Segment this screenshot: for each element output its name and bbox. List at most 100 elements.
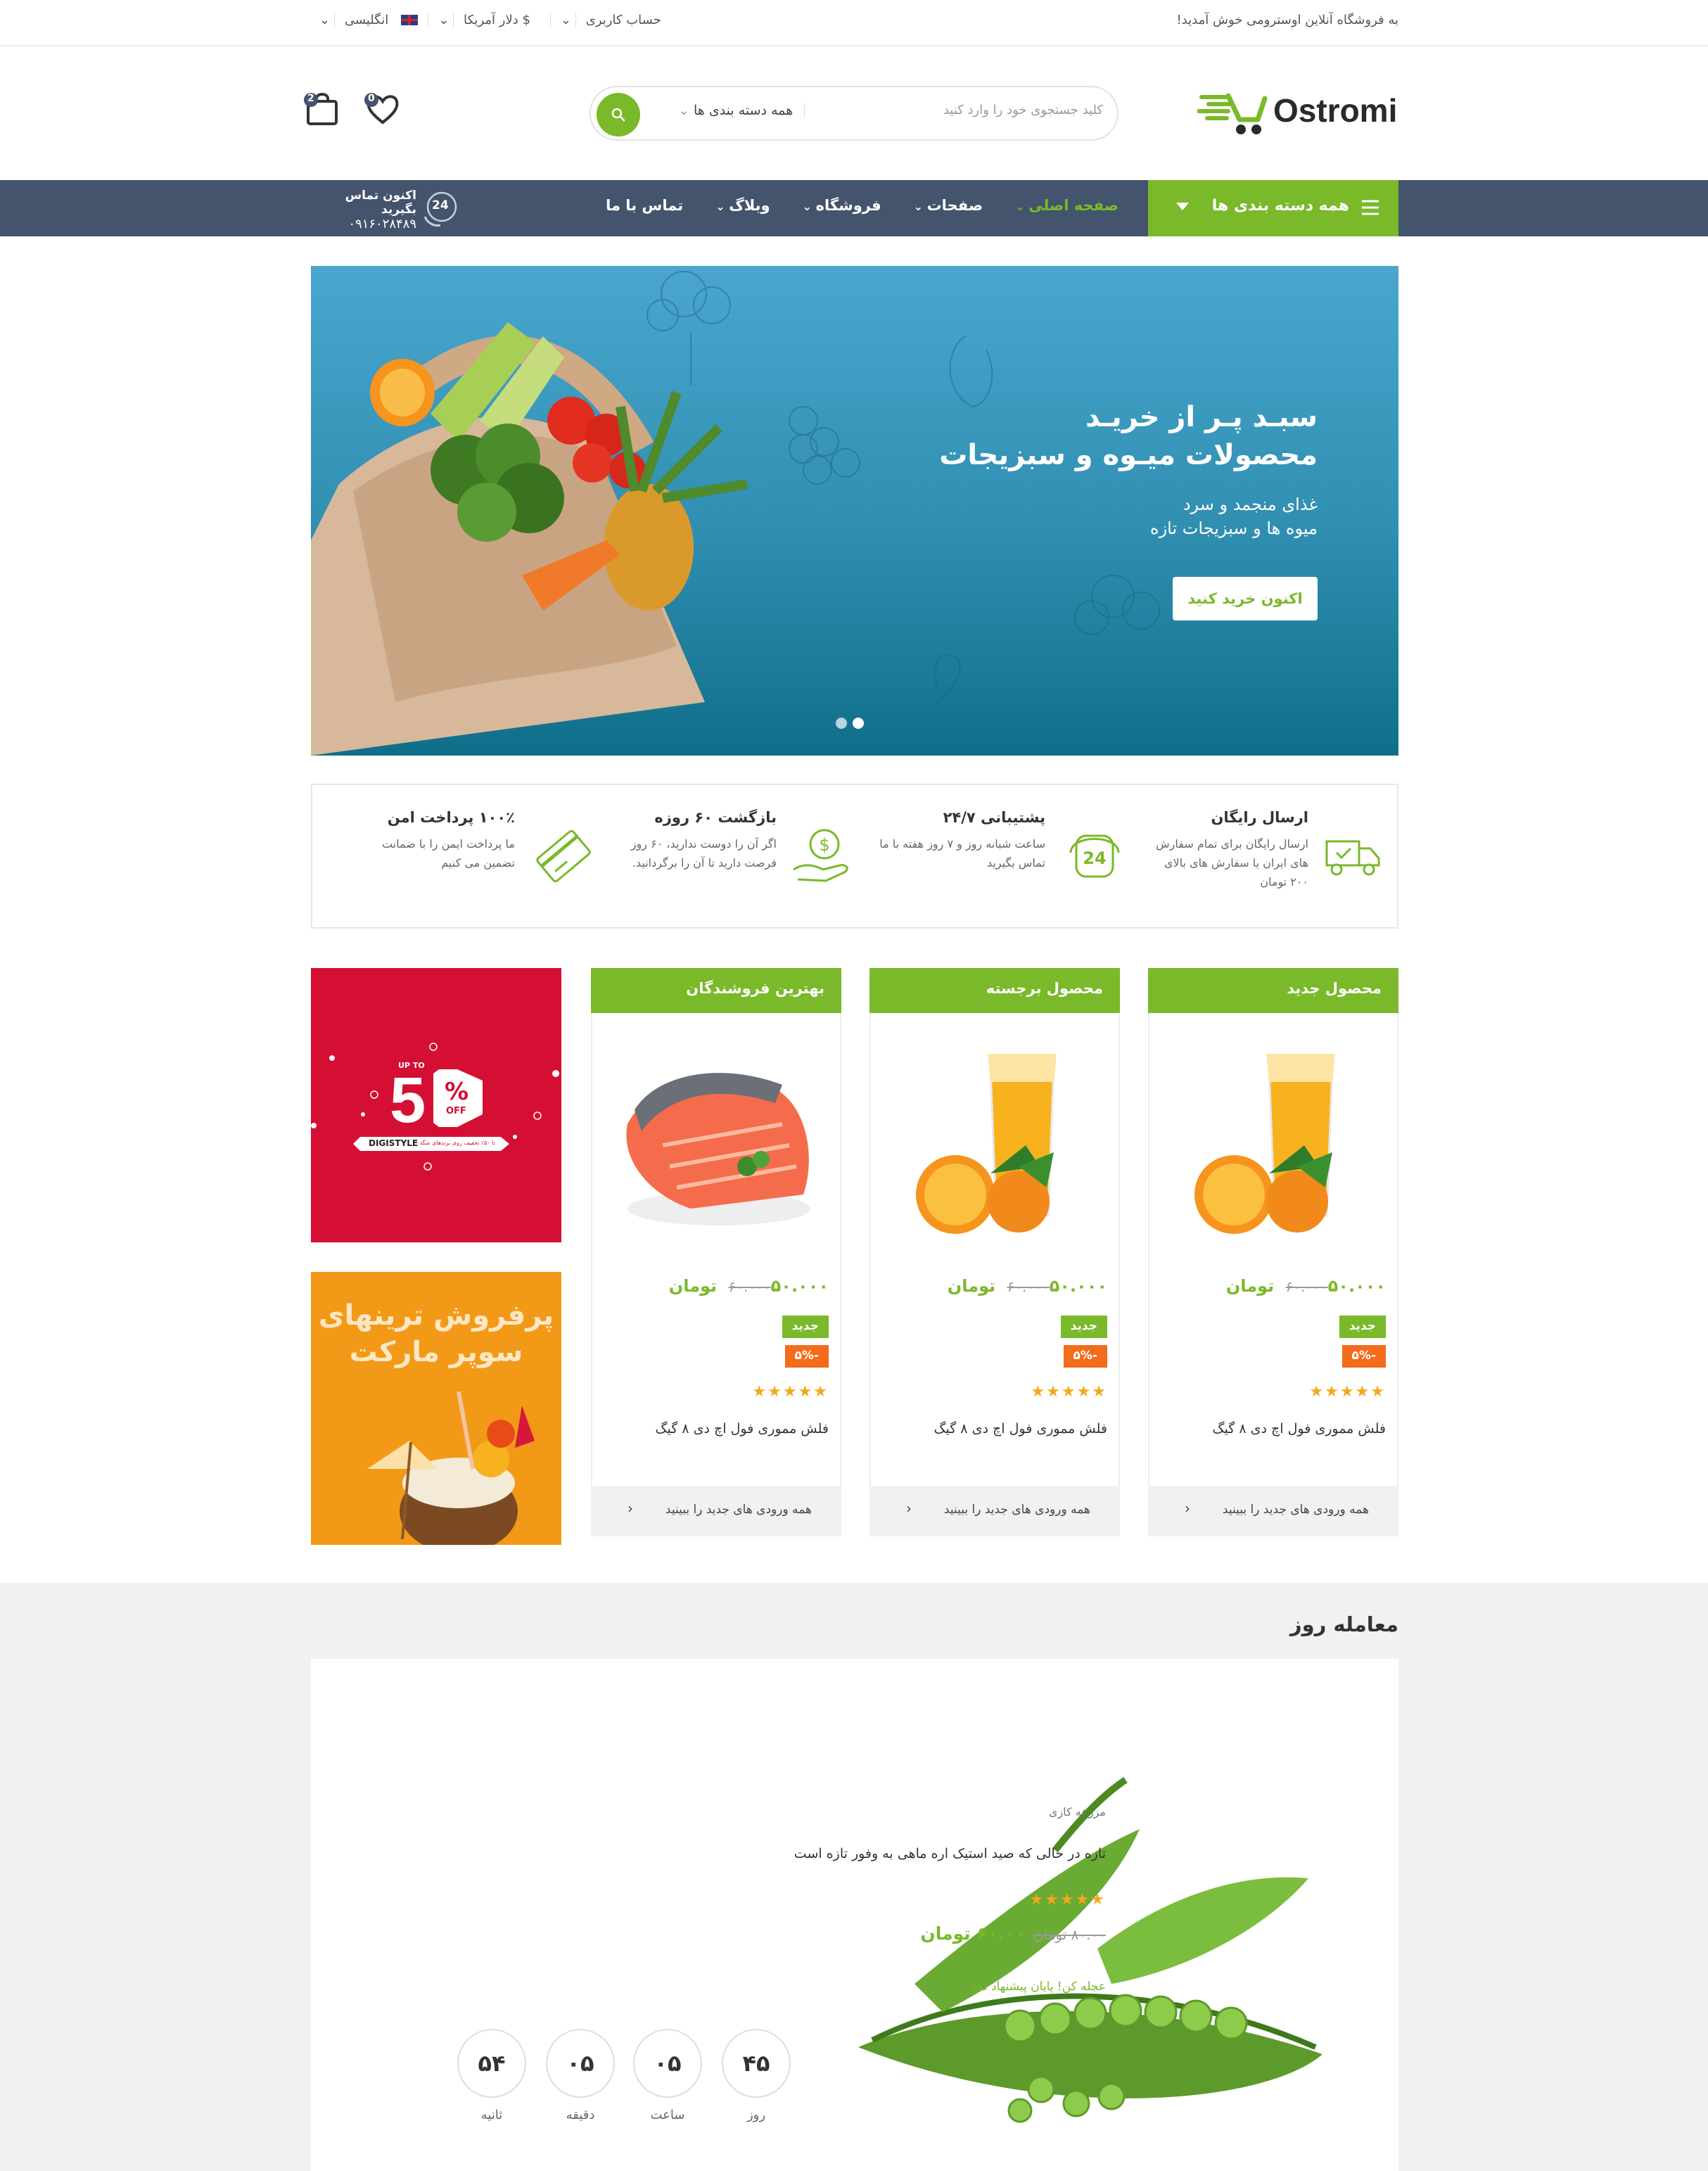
feature-support: پشتیبانی ۲۴/۷ ساعت شبانه روز و ۷ روز هفت…	[877, 809, 1045, 872]
promo1-tag: تا ۵۰٪ تخفیف روی برندهای شگفت‌انگیز	[421, 1140, 495, 1146]
green-peas-image[interactable]	[844, 1773, 1351, 2139]
cart-button[interactable]: 2	[302, 89, 342, 128]
cart-logo-icon	[1197, 93, 1268, 134]
svg-text:24: 24	[1083, 848, 1106, 868]
feature-title: ۱۰۰٪ پرداخت امن	[387, 809, 515, 826]
product-name[interactable]: فلش مموری فول اچ دی ۸ گیگ	[1213, 1421, 1386, 1437]
feature-desc: اگر آن را دوست ندارید، ۶۰ روز فرصت دارید…	[630, 837, 777, 870]
main-navigation: همه دسته بندی ها صفحه اصلی صفحات فروشگاه…	[0, 180, 1708, 236]
account-label: حساب کاربری	[575, 13, 671, 27]
salmon-fillet-image[interactable]	[606, 1026, 826, 1251]
feature-title: پشتیبانی ۲۴/۷	[943, 809, 1045, 826]
deal-old-price: ۸۰.۰۰ تومان	[1033, 1926, 1106, 1943]
old-price: ۶۰.۰۰۰	[1007, 1278, 1050, 1295]
view-all-link[interactable]: همه ورودی های جدید را ببینید	[1148, 1486, 1398, 1536]
slider-dot-2[interactable]	[853, 718, 864, 729]
feature-title: بازگشت ۶۰ روزه	[654, 809, 777, 826]
phone-24-badge: 24	[432, 198, 449, 212]
orange-juice-image[interactable]	[1164, 1026, 1383, 1251]
nav-item-home[interactable]: صفحه اصلی	[1015, 197, 1119, 214]
uk-flag-icon	[401, 15, 419, 25]
promo1-brand: DIGISTYLE	[369, 1138, 419, 1148]
product-column-new: محصول جدید ۶۰.۰۰۰۵۰.۰۰۰ تومان جدید -۵% ★…	[1148, 968, 1398, 1536]
promo1-percent: %	[445, 1078, 469, 1106]
column-header: محصول جدید	[1148, 968, 1398, 1013]
deal-current-price: ۶۰.۰۰ تومان	[920, 1923, 1026, 1944]
orange-juice-image[interactable]	[885, 1026, 1104, 1251]
feature-returns: بازگشت ۶۰ روزه اگر آن را دوست ندارید، ۶۰…	[615, 809, 777, 872]
countdown-hours-label: ساعت	[650, 2108, 685, 2122]
support-24-icon: 24	[1069, 834, 1120, 878]
old-price: ۶۰.۰۰۰	[1285, 1278, 1328, 1295]
top-bar: به فروشگاه آنلاین اوسترومی خوش آمدید! حس…	[0, 0, 1708, 46]
wishlist-button[interactable]: 0	[363, 89, 402, 128]
money-hand-icon: $	[793, 829, 848, 882]
hero-title: سبـد پـر از خریـد محصولات میـوه و سبزیجا…	[939, 398, 1318, 474]
wishlist-count: 0	[368, 93, 375, 104]
promo2-title: پرفروش ترینهای سوپر مارکت	[311, 1297, 561, 1370]
search-category-select[interactable]: همه دسته بندی ها ⌄	[661, 103, 805, 118]
currency-label: $ دلار آمریکا	[453, 13, 540, 27]
countdown-seconds: ۵۴	[457, 2029, 526, 2098]
old-price: ۶۰.۰۰۰	[728, 1278, 771, 1295]
discount-badge-art	[311, 1043, 559, 1171]
badge-new: جدید	[782, 1316, 829, 1338]
product-column-bestsellers: بهترین فروشندگان ۶۰.۰۰۰۵۰.۰۰۰ تومان جدید…	[591, 968, 841, 1536]
promo-banner-supermarket[interactable]: پرفروش ترینهای سوپر مارکت	[311, 1272, 561, 1545]
search-button[interactable]	[597, 93, 640, 136]
hero-subtitle-line1: غذای منجمد و سرد	[1183, 495, 1318, 514]
promo-banner-discount[interactable]: UP TO 5 % OFF DIGISTYLE تا ۵۰٪ تخفیف روی…	[311, 968, 561, 1242]
feature-secure-payment: ۱۰۰٪ پرداخت امن ما پرداخت ایمن را با ضما…	[360, 809, 515, 872]
badge-sale: -۵%	[784, 1345, 829, 1368]
all-categories-button[interactable]: همه دسته بندی ها	[1148, 180, 1398, 236]
product-name[interactable]: فلش مموری فول اچ دی ۸ گیگ	[656, 1421, 829, 1437]
slider-dot-1[interactable]	[836, 718, 847, 729]
promo1-off: OFF	[446, 1106, 466, 1116]
badge-new: جدید	[1339, 1316, 1386, 1338]
nav-item-contact[interactable]: تماس با ما	[606, 197, 683, 214]
product-column-featured: محصول برجسته ۶۰.۰۰۰۵۰.۰۰۰ تومان جدید -۵%…	[869, 968, 1120, 1536]
countdown-days-label: روز	[746, 2108, 766, 2122]
countdown-hours: ۰۵	[633, 2029, 702, 2098]
product-price: ۶۰.۰۰۰۵۰.۰۰۰ تومان	[1226, 1276, 1386, 1296]
shop-now-button[interactable]: اکنون خرید کنید	[1173, 577, 1318, 620]
hero-title-line2: محصولات میـوه و سبزیجات	[939, 439, 1318, 471]
deal-description[interactable]: تازه در حالی که صید استیک اره ماهی به وف…	[794, 1846, 1106, 1861]
account-dropdown[interactable]: حساب کاربری ⌄	[549, 13, 681, 27]
countdown-seconds-label: ثانیه	[480, 2108, 503, 2122]
search-input[interactable]: کلید جستجوی خود را وارد کنید	[808, 103, 1103, 117]
nav-item-shop[interactable]: فروشگاه	[803, 197, 881, 214]
product-price: ۶۰.۰۰۰۵۰.۰۰۰ تومان	[669, 1276, 829, 1296]
deal-category[interactable]: مزرعه کازی	[1049, 1805, 1106, 1819]
nav-item-blog[interactable]: وبلاگ	[715, 197, 770, 214]
column-header: بهترین فروشندگان	[591, 968, 841, 1013]
product-name[interactable]: فلش مموری فول اچ دی ۸ گیگ	[934, 1421, 1107, 1437]
hero-subtitle: غذای منجمد و سرد میوه ها و سبزیجات تازه	[1150, 492, 1318, 540]
language-dropdown[interactable]: انگلیسی ⌄	[310, 13, 428, 27]
currency-dropdown[interactable]: $ دلار آمریکا ⌄	[428, 13, 550, 27]
features-strip: ارسال رایگان ارسال رایگان برای تمام سفار…	[311, 784, 1398, 929]
deal-price: ۸۰.۰۰ تومان ۶۰.۰۰ تومان	[920, 1923, 1106, 1944]
view-all-link[interactable]: همه ورودی های جدید را ببینید	[869, 1486, 1120, 1536]
deal-hurry-text: عجله کن! پایان پیشنهاد در:	[972, 1980, 1106, 1994]
badge-new: جدید	[1060, 1316, 1107, 1338]
slider-pagination	[836, 718, 864, 729]
search-icon	[611, 108, 625, 122]
promo1-value: 5	[390, 1064, 426, 1136]
all-categories-label: همه دسته بندی ها	[1211, 197, 1349, 215]
svg-text:$: $	[819, 835, 829, 855]
coconut-drink-image	[367, 1392, 535, 1545]
credit-card-icon	[536, 829, 591, 883]
hero-title-line1: سبـد پـر از خریـد	[1085, 401, 1318, 433]
deal-title: معامله روز	[1289, 1612, 1398, 1636]
rating-stars: ★★★★★	[1031, 1383, 1107, 1401]
view-all-link[interactable]: همه ورودی های جدید را ببینید	[591, 1486, 841, 1536]
feature-title: ارسال رایگان	[1211, 809, 1308, 826]
nav-item-pages[interactable]: صفحات	[914, 197, 983, 214]
badge-sale: -۵%	[1063, 1345, 1107, 1368]
hero-slider: سبـد پـر از خریـد محصولات میـوه و سبزیجا…	[311, 266, 1398, 756]
contact-phone[interactable]: ۰۹۱۶۰۲۸۴۸۹	[348, 217, 416, 231]
site-logo[interactable]: Ostromi	[1197, 89, 1401, 136]
countdown-days: ۴۵	[722, 2029, 791, 2098]
language-label: انگلیسی	[333, 13, 399, 27]
